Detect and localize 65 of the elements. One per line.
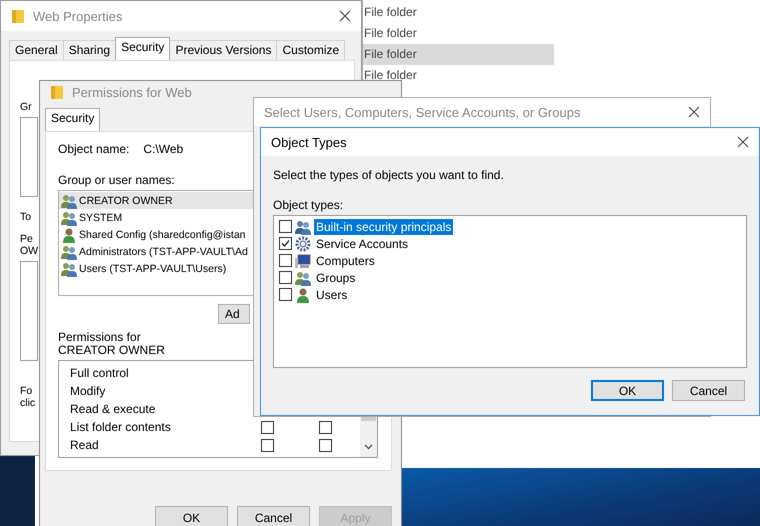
label: Object name: [58, 142, 130, 156]
object-type-item[interactable]: Users [314, 286, 350, 302]
service-icon [295, 236, 311, 252]
label: Fo [20, 385, 32, 397]
permission-name: Read [69, 438, 100, 452]
checkbox[interactable] [279, 271, 292, 284]
label: OW [20, 245, 38, 257]
dialog-button[interactable]: Cancel [237, 506, 310, 526]
deny-checkbox[interactable] [319, 420, 332, 434]
label: To [20, 211, 32, 223]
checkbox[interactable] [279, 220, 292, 233]
window-title: Web Properties [33, 8, 124, 24]
close-icon [737, 136, 749, 148]
label: Gr [20, 101, 32, 113]
dialog-button[interactable]: Cancel [672, 380, 745, 401]
group-icon [61, 192, 77, 208]
checkbox[interactable] [279, 237, 292, 250]
label: Pe [20, 233, 33, 245]
permission-name: List folder contents [69, 420, 172, 434]
allow-checkbox[interactable] [261, 420, 274, 434]
file-type-cell[interactable]: File folder [363, 44, 554, 65]
dialog-button[interactable]: OK [155, 506, 228, 526]
tab[interactable]: Customize [276, 40, 346, 60]
close-icon [339, 10, 351, 22]
object-type-item[interactable]: Groups [314, 270, 358, 286]
object-type-item[interactable]: Computers [314, 252, 377, 268]
file-type-cell[interactable]: File folder [363, 23, 554, 44]
principals-icon [295, 218, 311, 234]
user-icon [61, 226, 77, 242]
label: Permissions for CREATOR OWNER [58, 331, 166, 357]
checkbox[interactable] [279, 288, 292, 301]
label: clic [20, 397, 36, 409]
group-icon [295, 270, 311, 286]
window-title: Object Types [271, 134, 348, 150]
deny-checkbox[interactable] [319, 438, 332, 452]
close-icon [688, 106, 700, 118]
desktop-wallpaper [0, 455, 35, 526]
object-name-value: C:\Web [143, 142, 184, 156]
chevron-down-icon [364, 444, 373, 450]
window-title: Select Users, Computers, Service Accounts, or Groups [264, 104, 582, 120]
allow-checkbox[interactable] [261, 438, 274, 452]
tab[interactable]: General [9, 40, 64, 60]
tab[interactable]: Security [115, 37, 170, 60]
file-type-cell[interactable]: File folder [363, 65, 554, 86]
object-type-item[interactable]: Service Accounts [314, 236, 410, 252]
window-title: Permissions for Web [72, 84, 193, 100]
label: Group or user names: [58, 173, 175, 187]
object-type-item[interactable]: Built-in security principals [314, 218, 454, 234]
file-type-cell[interactable]: File folder [363, 2, 554, 23]
instruction-text: Select the types of objects you want to find. [273, 168, 505, 182]
label: Object types: [273, 198, 344, 212]
add-button[interactable]: Ad [218, 304, 250, 324]
dialog-button[interactable]: OK [591, 380, 664, 401]
permission-name: Modify [69, 384, 106, 398]
checkbox[interactable] [279, 254, 292, 267]
folder-icon [50, 84, 64, 100]
folder-icon [11, 8, 25, 24]
group-icon [61, 244, 77, 260]
user-icon [295, 286, 311, 302]
computer-icon [295, 252, 311, 268]
group-icon [61, 210, 77, 226]
group-icon [61, 260, 77, 276]
permission-name: Read & execute [69, 402, 156, 416]
permission-name: Full control [69, 366, 130, 380]
tab[interactable]: Security [45, 108, 100, 131]
